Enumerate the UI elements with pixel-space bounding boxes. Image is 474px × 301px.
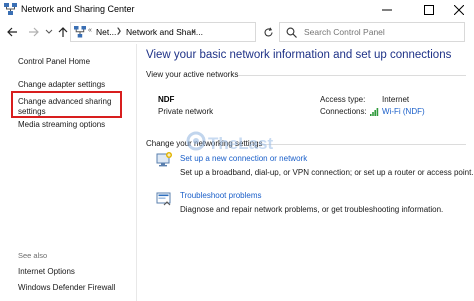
access-type-label: Access type: [320,95,366,104]
forward-button[interactable] [26,24,40,40]
search-box[interactable] [279,22,465,42]
network-center-icon [4,3,17,15]
breadcrumb-overflow[interactable]: « [88,27,92,34]
chevron-down-icon [45,29,53,34]
up-button[interactable] [56,24,70,40]
chevron-down-icon[interactable]: ∨ [191,27,196,35]
sidebar-item-internet-options[interactable]: Internet Options [18,267,75,277]
new-connection-icon [156,152,172,167]
title-bar: Network and Sharing Center [0,0,474,20]
minimize-button[interactable] [372,0,402,20]
sidebar-item-control-panel-home[interactable]: Control Panel Home [18,57,90,67]
section-divider [238,75,466,76]
close-button[interactable] [444,0,474,20]
sidebar-item-media-streaming-options[interactable]: Media streaming options [18,120,105,130]
setup-connection-description: Set up a broadband, dial-up, or VPN conn… [180,168,474,177]
troubleshoot-problems-description: Diagnose and repair network problems, or… [180,205,444,214]
highlight-annotation [11,91,122,118]
network-name: NDF [158,95,175,104]
refresh-icon [263,27,273,36]
page-title: View your basic network information and … [146,49,452,61]
window-title: Network and Sharing Center [21,4,135,14]
active-networks-heading: View your active networks [146,70,239,79]
maximize-icon [424,5,434,15]
close-icon [454,5,464,15]
wifi-signal-icon [370,108,379,116]
back-button[interactable] [5,24,19,40]
access-type-value: Internet [382,95,410,104]
maximize-button[interactable] [414,0,444,20]
recent-locations-button[interactable] [42,24,56,40]
refresh-button[interactable] [260,24,276,40]
minimize-icon [382,9,392,11]
search-input[interactable] [304,27,454,37]
watermark-logo: TheLast [186,131,274,153]
troubleshoot-problems-link[interactable]: Troubleshoot problems [180,191,262,200]
left-navigation-pane: Control Panel Home Change adapter settin… [0,46,136,301]
sidebar-item-windows-defender-firewall[interactable]: Windows Defender Firewall [18,283,115,293]
troubleshoot-icon [156,192,171,206]
network-type: Private network [158,107,214,116]
arrow-right-icon [28,27,39,37]
search-icon [286,27,297,38]
arrow-left-icon [6,27,17,37]
wifi-connection-link[interactable]: Wi-Fi (NDF) [382,107,425,116]
connections-label: Connections: [320,107,367,116]
section-divider [262,144,466,145]
pane-divider [136,44,137,301]
sidebar-item-change-adapter-settings[interactable]: Change adapter settings [18,80,105,90]
see-also-heading: See also [18,251,48,260]
chevron-right-icon[interactable]: ❯ [116,27,122,35]
svg-text:TheLast: TheLast [208,134,274,153]
address-bar[interactable]: « Net... ❯ Network and Shari... ∨ [70,22,256,42]
arrow-up-icon [58,26,68,37]
breadcrumb-item[interactable]: Net... [96,27,116,37]
navigation-bar: « Net... ❯ Network and Shari... ∨ [0,22,474,42]
network-center-icon [74,26,86,38]
